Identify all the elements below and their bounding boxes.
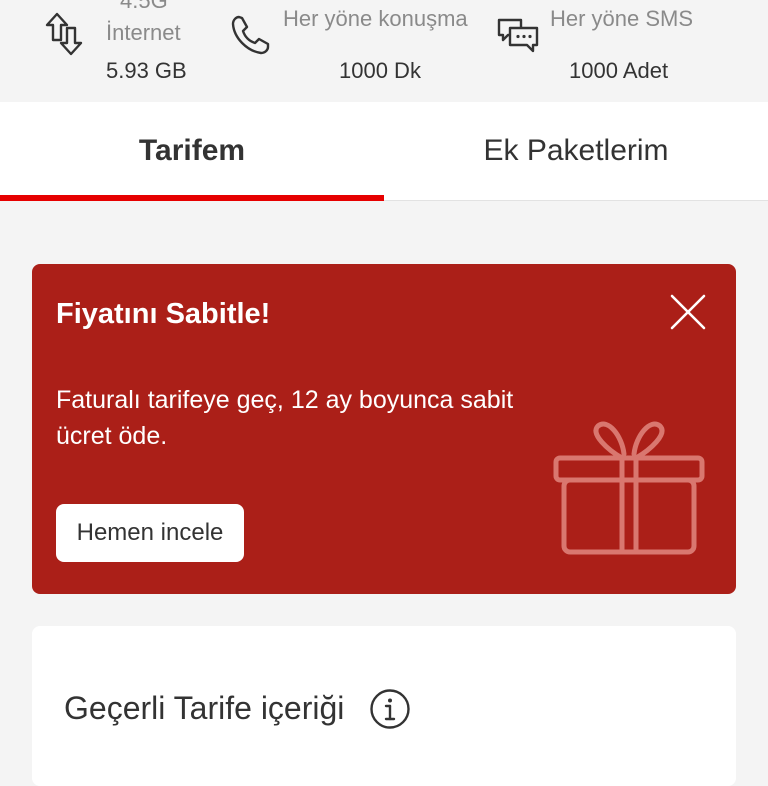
- gift-icon: [553, 421, 705, 555]
- data-transfer-arrows-icon: [45, 12, 83, 56]
- summary-sms[interactable]: Her yöne SMS 1000 Adet: [497, 0, 768, 100]
- sms-value: 1000 Adet: [569, 58, 669, 83]
- internet-value: 5.93 GB: [106, 58, 187, 83]
- usage-summary: 4.5G İnternet 5.93 GB Her yöne konuşma 1…: [0, 0, 768, 100]
- current-tariff-title: Geçerli Tarife içeriği: [64, 690, 345, 726]
- summary-internet[interactable]: 4.5G İnternet 5.93 GB: [0, 0, 256, 100]
- calls-label: Her yöne konuşma: [283, 6, 468, 31]
- calls-value: 1000 Dk: [339, 58, 421, 83]
- tab-bar: Tarifem Ek Paketlerim: [0, 102, 768, 201]
- tab-ek-paketlerim[interactable]: Ek Paketlerim: [384, 102, 768, 200]
- summary-calls[interactable]: Her yöne konuşma 1000 Dk: [231, 0, 512, 100]
- current-tariff-card: Geçerli Tarife içeriği: [32, 626, 736, 786]
- promo-banner: Fiyatını Sabitle! Faturalı tarifeye geç,…: [32, 264, 736, 594]
- chat-bubbles-icon: [497, 18, 539, 53]
- tab-tarifem[interactable]: Tarifem: [0, 102, 384, 200]
- active-tab-indicator: [0, 195, 384, 201]
- sms-label: Her yöne SMS: [550, 6, 694, 31]
- phone-icon: [231, 15, 270, 55]
- promo-title: Fiyatını Sabitle!: [56, 298, 271, 330]
- hemen-incele-button[interactable]: Hemen incele: [56, 504, 244, 562]
- internet-label: İnternet: [106, 20, 181, 45]
- info-icon[interactable]: [369, 688, 411, 730]
- internet-network-label: 4.5G: [120, 0, 168, 13]
- promo-description: Faturalı tarifeye geç, 12 ay boyunca sab…: [56, 386, 514, 450]
- close-icon[interactable]: [666, 290, 710, 334]
